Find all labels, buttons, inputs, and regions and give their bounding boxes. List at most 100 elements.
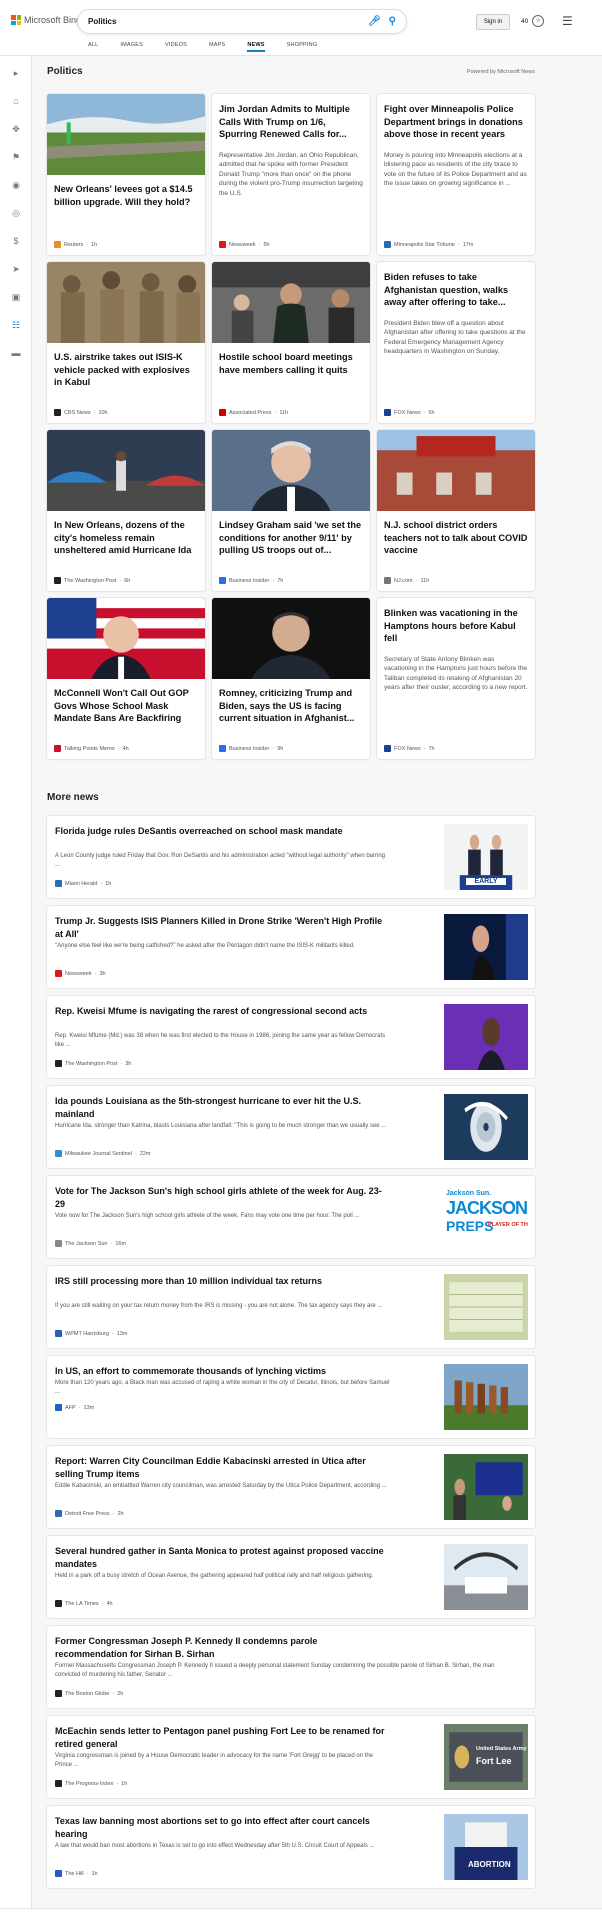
item-source[interactable]: Detroit Free Press · 2h xyxy=(55,1510,124,1517)
item-source[interactable]: Milwaukee Journal Sentinel · 22m xyxy=(55,1150,151,1157)
card-image[interactable] xyxy=(47,262,205,343)
item-title[interactable]: Ida pounds Louisiana as the 5th-stronges… xyxy=(55,1095,390,1120)
card-source[interactable]: Talking Points Memo · 4h xyxy=(54,745,129,752)
item-source[interactable]: Miami Herald · 1h xyxy=(55,880,111,887)
item-thumbnail[interactable]: ABORTION xyxy=(444,1814,528,1880)
card-image[interactable] xyxy=(47,430,205,511)
news-card[interactable]: Lindsey Graham said 'we set the conditio… xyxy=(212,430,370,591)
item-title[interactable]: Vote for The Jackson Sun's high school g… xyxy=(55,1185,390,1210)
location-icon[interactable]: ◉ xyxy=(9,178,23,192)
card-title[interactable]: Hostile school board meetings have membe… xyxy=(212,343,370,376)
more-news-item[interactable]: Ida pounds Louisiana as the 5th-stronges… xyxy=(47,1086,535,1168)
item-title[interactable]: Florida judge rules DeSantis overreached… xyxy=(55,825,390,838)
card-source[interactable]: Business Insider · 7h xyxy=(219,577,283,584)
tab-shopping[interactable]: SHOPPING xyxy=(287,40,318,52)
news-card[interactable]: N.J. school district orders teachers not… xyxy=(377,430,535,591)
news-card[interactable]: Hostile school board meetings have membe… xyxy=(212,262,370,423)
tab-all[interactable]: ALL xyxy=(88,40,98,52)
more-news-item[interactable]: Report: Warren City Councilman Eddie Kab… xyxy=(47,1446,535,1528)
card-source[interactable]: CBS News · 10h xyxy=(54,409,108,416)
news-card[interactable]: Jim Jordan Admits to Multiple Calls With… xyxy=(212,94,370,255)
microphone-icon[interactable]: 🎤︎ xyxy=(368,16,381,27)
tab-videos[interactable]: VIDEOS xyxy=(165,40,187,52)
more-news-item[interactable]: Several hundred gather in Santa Monica t… xyxy=(47,1536,535,1618)
card-source[interactable]: Reuters · 1h xyxy=(54,241,97,248)
card-title[interactable]: McConnell Won't Call Out GOP Govs Whose … xyxy=(47,679,205,725)
news-card[interactable]: McConnell Won't Call Out GOP Govs Whose … xyxy=(47,598,205,759)
cards-icon[interactable]: ▬ xyxy=(9,346,23,360)
globe-icon[interactable]: ◎ xyxy=(9,206,23,220)
item-source[interactable]: Newsweek · 3h xyxy=(55,970,106,977)
card-title[interactable]: Blinken was vacationing in the Hamptons … xyxy=(377,598,535,645)
item-source[interactable]: The Boston Globe · 2h xyxy=(55,1690,123,1697)
search-box[interactable]: Politics 🎤︎ ⚲ xyxy=(78,10,406,33)
card-image[interactable] xyxy=(212,262,370,343)
item-thumbnail[interactable] xyxy=(444,1454,528,1520)
card-title[interactable]: In New Orleans, dozens of the city's hom… xyxy=(47,511,205,557)
item-source[interactable]: The Progress-Index · 1h xyxy=(55,1780,127,1787)
news-card[interactable]: Blinken was vacationing in the Hamptons … xyxy=(377,598,535,759)
item-thumbnail[interactable] xyxy=(444,1544,528,1610)
card-image[interactable] xyxy=(47,94,205,175)
card-title[interactable]: N.J. school district orders teachers not… xyxy=(377,511,535,557)
item-source[interactable]: AFP · 13m xyxy=(55,1404,94,1411)
more-news-item[interactable]: Rep. Kweisi Mfume is navigating the rare… xyxy=(47,996,535,1078)
item-thumbnail[interactable] xyxy=(444,1004,528,1070)
item-thumbnail[interactable] xyxy=(444,1094,528,1160)
politics-icon[interactable]: ☷ xyxy=(9,318,23,332)
more-news-item[interactable]: Vote for The Jackson Sun's high school g… xyxy=(47,1176,535,1258)
card-title[interactable]: U.S. airstrike takes out ISIS-K vehicle … xyxy=(47,343,205,389)
card-title[interactable]: Fight over Minneapolis Police Department… xyxy=(377,94,535,141)
item-title[interactable]: IRS still processing more than 10 millio… xyxy=(55,1275,390,1288)
sign-in-button[interactable]: Sign in xyxy=(476,14,510,30)
item-source[interactable]: The LA Times · 4h xyxy=(55,1600,113,1607)
rewards-button[interactable]: 40 ☆ xyxy=(521,15,545,27)
more-news-item[interactable]: In US, an effort to commemorate thousand… xyxy=(47,1356,535,1438)
card-source[interactable]: Minneapolis Star Tribune · 17m xyxy=(384,241,473,248)
item-thumbnail[interactable]: Jackson Sun.JACKSONPREPSPLAYER OF THE WE… xyxy=(444,1184,528,1250)
card-source[interactable]: Business Insider · 9h xyxy=(219,745,283,752)
science-icon[interactable]: ➤ xyxy=(9,262,23,276)
bing-logo[interactable]: Microsoft Bing xyxy=(11,15,81,25)
card-title[interactable]: Biden refuses to take Afghanistan questi… xyxy=(377,262,535,309)
item-source[interactable]: The Hill · 1h xyxy=(55,1870,98,1877)
card-source[interactable]: The Washington Post · 6h xyxy=(54,577,130,584)
news-card[interactable]: Romney, criticizing Trump and Biden, say… xyxy=(212,598,370,759)
item-title[interactable]: Former Congressman Joseph P. Kennedy II … xyxy=(55,1635,390,1660)
tab-images[interactable]: IMAGES xyxy=(120,40,143,52)
video-icon[interactable]: ▣ xyxy=(9,290,23,304)
item-thumbnail[interactable]: EARLY xyxy=(444,824,528,890)
money-icon[interactable]: $ xyxy=(9,234,23,248)
card-title[interactable]: Romney, criticizing Trump and Biden, say… xyxy=(212,679,370,725)
flag-icon[interactable]: ⚑ xyxy=(9,150,23,164)
more-news-item[interactable]: IRS still processing more than 10 millio… xyxy=(47,1266,535,1348)
item-source[interactable]: WPMT Harrisburg · 13m xyxy=(55,1330,127,1337)
expand-icon[interactable]: ▸ xyxy=(9,66,23,80)
item-title[interactable]: Texas law banning most abortions set to … xyxy=(55,1815,390,1840)
more-news-item[interactable]: Florida judge rules DeSantis overreached… xyxy=(47,816,535,898)
card-image[interactable] xyxy=(47,598,205,679)
more-news-item[interactable]: Trump Jr. Suggests ISIS Planners Killed … xyxy=(47,906,535,988)
card-source[interactable]: NJ.com · 11h xyxy=(384,577,429,584)
hamburger-menu-icon[interactable]: ☰ xyxy=(562,14,573,28)
item-title[interactable]: Report: Warren City Councilman Eddie Kab… xyxy=(55,1455,390,1480)
search-icon[interactable]: ⚲ xyxy=(389,16,396,27)
card-source[interactable]: FOX News · 5h xyxy=(384,409,435,416)
item-source[interactable]: The Jackson Sun · 16m xyxy=(55,1240,126,1247)
card-title[interactable]: Lindsey Graham said 'we set the conditio… xyxy=(212,511,370,557)
card-title[interactable]: Jim Jordan Admits to Multiple Calls With… xyxy=(212,94,370,141)
card-source[interactable]: FOX News · 7h xyxy=(384,745,435,752)
more-news-item[interactable]: McEachin sends letter to Pentagon panel … xyxy=(47,1716,535,1798)
more-news-item[interactable]: Former Congressman Joseph P. Kennedy II … xyxy=(47,1626,535,1708)
tab-maps[interactable]: MAPS xyxy=(209,40,225,52)
item-title[interactable]: Rep. Kweisi Mfume is navigating the rare… xyxy=(55,1005,390,1018)
news-card[interactable]: U.S. airstrike takes out ISIS-K vehicle … xyxy=(47,262,205,423)
news-card[interactable]: New Orleans' levees got a $14.5 billion … xyxy=(47,94,205,255)
item-title[interactable]: McEachin sends letter to Pentagon panel … xyxy=(55,1725,390,1750)
news-card[interactable]: Fight over Minneapolis Police Department… xyxy=(377,94,535,255)
search-input[interactable]: Politics xyxy=(88,17,360,26)
card-image[interactable] xyxy=(212,430,370,511)
tab-news[interactable]: NEWS xyxy=(247,40,265,52)
card-image[interactable] xyxy=(212,598,370,679)
card-source[interactable]: Associated Press · 11h xyxy=(219,409,288,416)
